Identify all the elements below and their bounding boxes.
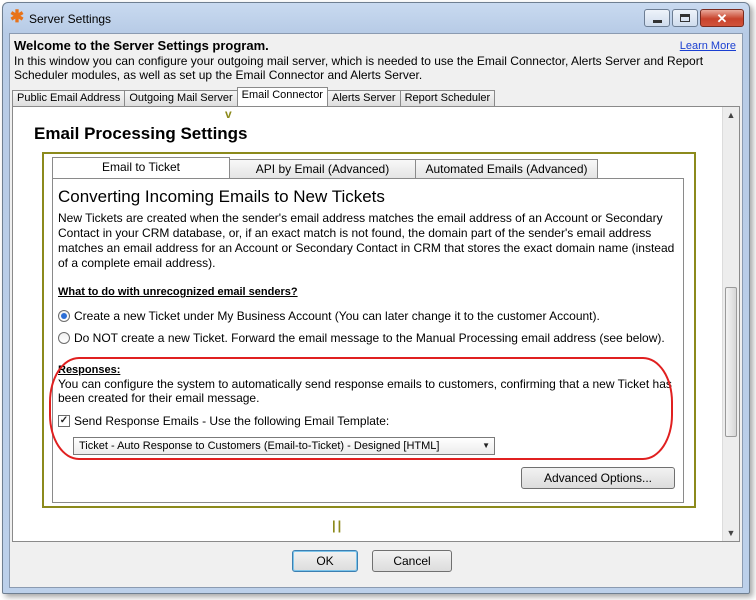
tab-api-by-email[interactable]: API by Email (Advanced) (229, 159, 416, 178)
tab-alerts-server[interactable]: Alerts Server (326, 90, 401, 106)
email-template-dropdown[interactable]: Ticket - Auto Response to Customers (Ema… (73, 437, 495, 455)
scrollbar-thumb[interactable] (725, 287, 737, 437)
tab-public-email-address[interactable]: Public Email Address (12, 90, 126, 106)
section-title: Email Processing Settings (34, 124, 248, 143)
ok-button[interactable]: OK (292, 550, 358, 572)
outer-tab-bar: Public Email Address Outgoing Mail Serve… (12, 87, 496, 106)
email-connector-panel: v Email Processing Settings Email to Tic… (12, 106, 740, 542)
annotation-pause-marker: || (332, 518, 344, 533)
welcome-heading: Welcome to the Server Settings program. (14, 38, 269, 53)
window-client-area: Welcome to the Server Settings program. … (9, 33, 743, 588)
unrecognized-senders-label: What to do with unrecognized email sende… (58, 286, 298, 298)
title-bar[interactable]: ✱ Server Settings ✕ (3, 3, 749, 33)
radio-button[interactable] (58, 332, 70, 344)
close-button[interactable]: ✕ (700, 9, 744, 27)
window-title: Server Settings (29, 12, 112, 26)
maximize-icon (680, 14, 690, 22)
tab-report-scheduler[interactable]: Report Scheduler (399, 90, 496, 106)
learn-more-link[interactable]: Learn More (680, 40, 736, 52)
minimize-button[interactable] (644, 9, 670, 27)
scroll-down-icon[interactable]: ▼ (723, 525, 739, 541)
send-response-emails-label: Send Response Emails - Use the following… (74, 414, 390, 428)
advanced-options-button[interactable]: Advanced Options... (521, 467, 675, 489)
cancel-button[interactable]: Cancel (372, 550, 452, 572)
asterisk-icon: ✱ (9, 7, 25, 26)
intro-text: In this window you can configure your ou… (14, 54, 704, 82)
forward-message-option[interactable]: Do NOT create a new Ticket. Forward the … (58, 331, 665, 345)
panel-description: New Tickets are created when the sender'… (58, 211, 675, 270)
checkbox-checked[interactable]: ✓ (58, 415, 70, 427)
tab-email-connector[interactable]: Email Connector (236, 87, 328, 106)
server-settings-window: ✱ Server Settings ✕ Welcome to the Serve… (2, 2, 750, 594)
tab-automated-emails[interactable]: Automated Emails (Advanced) (415, 159, 598, 178)
forward-message-option-label: Do NOT create a new Ticket. Forward the … (74, 331, 665, 345)
email-template-value: Ticket - Auto Response to Customers (Ema… (79, 440, 440, 452)
create-ticket-option[interactable]: Create a new Ticket under My Business Ac… (58, 309, 600, 323)
minimize-icon (652, 19, 662, 23)
create-ticket-option-label: Create a new Ticket under My Business Ac… (74, 309, 600, 323)
responses-description: You can configure the system to automati… (58, 377, 672, 405)
annotation-arrow-marker: v (225, 107, 232, 121)
vertical-scrollbar[interactable]: ▲ ▼ (722, 107, 739, 541)
inner-tab-bar: Email to Ticket API by Email (Advanced) … (52, 157, 598, 178)
responses-label: Responses: (58, 364, 121, 376)
maximize-button[interactable] (672, 9, 698, 27)
tab-email-to-ticket[interactable]: Email to Ticket (52, 157, 230, 178)
close-icon: ✕ (716, 10, 728, 26)
panel-heading: Converting Incoming Emails to New Ticket… (58, 187, 385, 206)
tab-outgoing-mail-server[interactable]: Outgoing Mail Server (124, 90, 238, 106)
email-to-ticket-panel: Converting Incoming Emails to New Ticket… (49, 178, 684, 503)
send-response-emails-checkbox-row[interactable]: ✓ Send Response Emails - Use the followi… (58, 414, 389, 428)
annotation-frame: Email to Ticket API by Email (Advanced) … (42, 152, 696, 508)
dropdown-arrow-icon: ▼ (482, 441, 490, 450)
scroll-up-icon[interactable]: ▲ (723, 107, 739, 123)
radio-button-selected[interactable] (58, 310, 70, 322)
